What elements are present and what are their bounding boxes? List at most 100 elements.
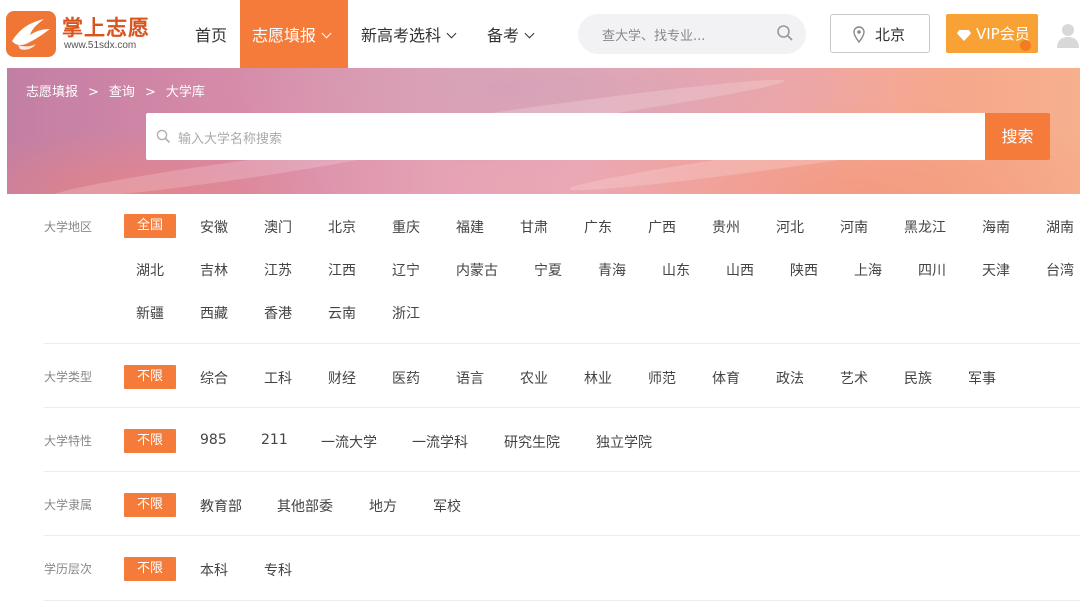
location-label: 北京: [875, 26, 906, 44]
nav-subject-selection[interactable]: 新高考选科: [361, 0, 457, 68]
filter-label-level: 学历层次: [44, 562, 93, 576]
affiliation-option[interactable]: 地方: [369, 496, 397, 516]
region-option[interactable]: 山西: [726, 260, 754, 280]
type-option[interactable]: 民族: [904, 368, 932, 388]
region-option[interactable]: 西藏: [200, 303, 228, 323]
type-option[interactable]: 艺术: [840, 368, 868, 388]
region-option[interactable]: 浙江: [392, 303, 420, 323]
region-option[interactable]: 上海: [854, 260, 882, 280]
region-option[interactable]: 甘肃: [520, 217, 548, 237]
region-option[interactable]: 福建: [456, 217, 484, 237]
region-option[interactable]: 江西: [328, 260, 356, 280]
type-option[interactable]: 军事: [968, 368, 996, 388]
site-logo[interactable]: 掌上志愿 www.51sdx.com: [6, 8, 156, 60]
top-header: 掌上志愿 www.51sdx.com 首页 志愿填报 新高考选科 备考 查大学、…: [0, 0, 1080, 68]
region-option[interactable]: 贵州: [712, 217, 740, 237]
type-option[interactable]: 财经: [328, 368, 356, 388]
region-option[interactable]: 台湾: [1046, 260, 1074, 280]
region-option[interactable]: 内蒙古: [456, 260, 498, 280]
feature-option[interactable]: 独立学院: [596, 432, 652, 452]
region-option[interactable]: 广西: [648, 217, 676, 237]
nav-exam-prep[interactable]: 备考: [487, 0, 535, 68]
university-search-input[interactable]: 输入大学名称搜索: [146, 113, 986, 160]
level-option[interactable]: 本科: [200, 560, 228, 580]
region-option[interactable]: 北京: [328, 217, 356, 237]
filter-label-type: 大学类型: [44, 370, 93, 384]
divider: [44, 600, 1080, 601]
breadcrumb-separator: >: [144, 85, 156, 100]
header-search-input[interactable]: 查大学、找专业...: [578, 14, 806, 54]
filter-label-region: 大学地区: [44, 220, 93, 234]
region-option[interactable]: 澳门: [264, 217, 292, 237]
feature-option[interactable]: 211: [261, 432, 288, 448]
feature-option[interactable]: 一流学科: [412, 432, 468, 452]
breadcrumb-item-query[interactable]: 查询: [109, 81, 135, 100]
search-icon: [156, 129, 171, 148]
logo-name: 掌上志愿: [62, 16, 150, 40]
chevron-down-icon: [321, 28, 332, 39]
affiliation-option-all[interactable]: 不限: [124, 493, 176, 517]
type-option[interactable]: 农业: [520, 368, 548, 388]
breadcrumb: 志愿填报 > 查询 > 大学库: [26, 81, 205, 100]
divider: [44, 471, 1080, 472]
nav-volunteer-fill[interactable]: 志愿填报: [240, 0, 348, 68]
breadcrumb-item-volunteer[interactable]: 志愿填报: [26, 81, 78, 100]
affiliation-option[interactable]: 教育部: [200, 496, 242, 516]
search-button[interactable]: 搜索: [985, 113, 1050, 160]
region-option[interactable]: 新疆: [136, 303, 164, 323]
logo-url: www.51sdx.com: [64, 40, 137, 51]
region-option[interactable]: 吉林: [200, 260, 228, 280]
chevron-down-icon: [524, 28, 535, 39]
feature-option[interactable]: 985: [200, 432, 227, 448]
affiliation-option[interactable]: 军校: [433, 496, 461, 516]
level-option-all[interactable]: 不限: [124, 557, 176, 581]
user-avatar-icon[interactable]: [1056, 22, 1080, 48]
region-option[interactable]: 黑龙江: [904, 217, 946, 237]
map-pin-icon: [853, 26, 865, 47]
university-search-placeholder: 输入大学名称搜索: [178, 132, 283, 147]
type-option[interactable]: 工科: [264, 368, 292, 388]
type-option[interactable]: 体育: [712, 368, 740, 388]
nav-home[interactable]: 首页: [195, 0, 227, 68]
divider: [44, 535, 1080, 536]
region-option[interactable]: 重庆: [392, 217, 420, 237]
region-option[interactable]: 河南: [840, 217, 868, 237]
region-option[interactable]: 青海: [598, 260, 626, 280]
region-option[interactable]: 河北: [776, 217, 804, 237]
type-option[interactable]: 林业: [584, 368, 612, 388]
region-option[interactable]: 山东: [662, 260, 690, 280]
nav-exam-label: 备考: [487, 26, 520, 45]
region-option[interactable]: 湖南: [1046, 217, 1074, 237]
type-option[interactable]: 医药: [392, 368, 420, 388]
region-option[interactable]: 江苏: [264, 260, 292, 280]
region-option[interactable]: 宁夏: [534, 260, 562, 280]
region-option[interactable]: 陕西: [790, 260, 818, 280]
diamond-icon: [956, 27, 972, 46]
breadcrumb-separator: >: [88, 85, 99, 100]
search-icon[interactable]: [776, 24, 794, 46]
feature-option[interactable]: 研究生院: [504, 432, 560, 452]
type-option-all[interactable]: 不限: [124, 365, 176, 389]
region-option[interactable]: 云南: [328, 303, 356, 323]
region-option[interactable]: 海南: [982, 217, 1010, 237]
affiliation-option[interactable]: 其他部委: [277, 496, 333, 516]
region-option[interactable]: 香港: [264, 303, 292, 323]
level-option[interactable]: 专科: [264, 560, 292, 580]
nav-subject-label: 新高考选科: [361, 26, 442, 45]
region-option-all[interactable]: 全国: [124, 214, 176, 238]
type-option[interactable]: 综合: [200, 368, 228, 388]
region-option[interactable]: 安徽: [200, 217, 228, 237]
feature-option[interactable]: 一流大学: [321, 432, 377, 452]
region-option[interactable]: 辽宁: [392, 260, 420, 280]
type-option[interactable]: 政法: [776, 368, 804, 388]
type-option[interactable]: 语言: [456, 368, 484, 388]
feature-option-all[interactable]: 不限: [124, 429, 176, 453]
header-search-placeholder: 查大学、找专业...: [602, 29, 706, 44]
region-option[interactable]: 四川: [918, 260, 946, 280]
filter-label-feature: 大学特性: [44, 434, 93, 448]
type-option[interactable]: 师范: [648, 368, 676, 388]
region-option[interactable]: 广东: [584, 217, 612, 237]
region-option[interactable]: 湖北: [136, 260, 164, 280]
location-selector[interactable]: 北京: [830, 14, 930, 53]
region-option[interactable]: 天津: [982, 260, 1010, 280]
